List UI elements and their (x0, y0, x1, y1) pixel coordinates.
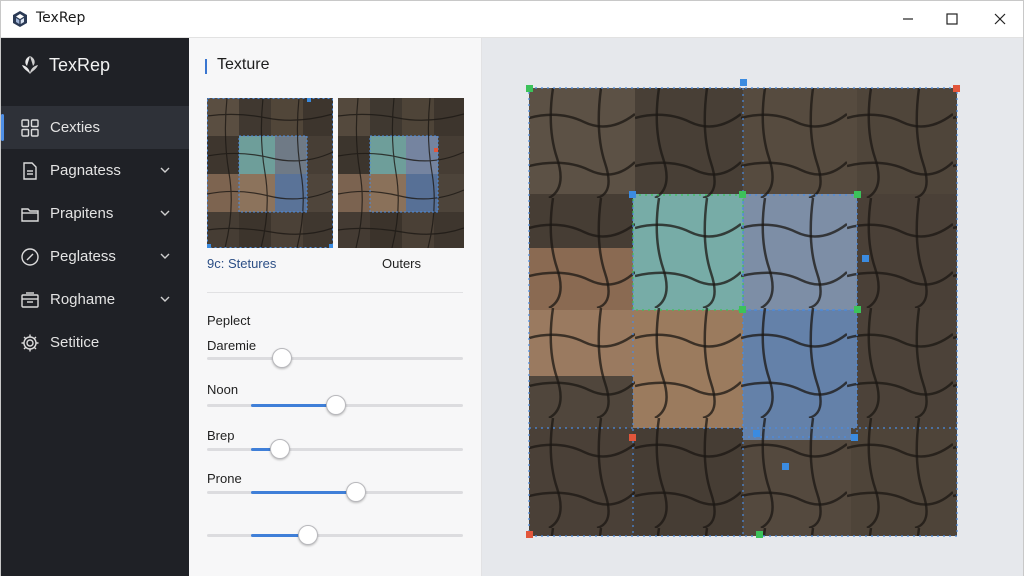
texture-canvas[interactable] (482, 38, 1023, 576)
slider-thumb[interactable] (346, 482, 366, 502)
slider-thumb[interactable] (326, 395, 346, 415)
chevron-down-icon (160, 210, 170, 216)
panel-divider (207, 292, 463, 293)
sidebar-item-pagnatess[interactable]: Pagnatess (1, 149, 189, 192)
app-window: TexRep TexRep Cexties Pagnatess Prapiten… (0, 0, 1024, 576)
slider-fill (251, 491, 355, 494)
window-title: TexRep (36, 10, 86, 26)
sidebar: TexRep Cexties Pagnatess Prapitens Pegla… (1, 38, 189, 576)
inbox-icon (21, 292, 39, 308)
texture-panel: Texture 9c: Stetures Outers Peplect Dare… (189, 38, 482, 576)
slider-prone[interactable] (207, 482, 463, 502)
slider-track (207, 448, 463, 451)
sidebar-item-setitice[interactable]: Setitice (1, 321, 189, 364)
sidebar-nav: Cexties Pagnatess Prapitens Peglatess Ro… (1, 106, 189, 364)
section-label: Peplect (207, 313, 251, 328)
thumbnail-label-source: 9c: Stetures (207, 256, 277, 271)
slider-brep[interactable] (207, 439, 463, 459)
leaf-logo-icon (22, 56, 38, 74)
sidebar-item-cexties[interactable]: Cexties (1, 106, 189, 149)
title-bar[interactable]: TexRep (1, 1, 1023, 38)
slider-fill (251, 404, 335, 407)
minimize-button[interactable] (885, 1, 931, 37)
sidebar-item-prapitens[interactable]: Prapitens (1, 192, 189, 235)
sidebar-item-label: Roghame (50, 291, 116, 308)
close-button[interactable] (977, 1, 1023, 37)
slider-noon[interactable] (207, 395, 463, 415)
folder-icon (21, 208, 39, 222)
brand: TexRep (19, 54, 110, 76)
grid-icon (21, 119, 39, 137)
close-icon (994, 13, 1006, 25)
texture-thumbnail-source[interactable] (207, 98, 333, 248)
app-logo-icon (13, 11, 27, 27)
slider-unlabeled[interactable] (207, 525, 463, 545)
slider-track (207, 357, 463, 360)
sidebar-item-label: Setitice (50, 334, 100, 351)
chevron-down-icon (160, 167, 170, 173)
sidebar-item-label: Pagnatess (50, 162, 121, 179)
slider-thumb[interactable] (298, 525, 318, 545)
compass-icon (21, 248, 39, 266)
sidebar-item-roghame[interactable]: Roghame (1, 278, 189, 321)
sidebar-item-label: Prapitens (50, 205, 114, 222)
panel-title: Texture (205, 56, 269, 74)
gear-icon (21, 334, 39, 352)
minimize-icon (903, 18, 913, 20)
sidebar-item-label: Peglatess (50, 248, 116, 265)
maximize-button[interactable] (929, 1, 975, 37)
document-icon (23, 162, 37, 180)
chevron-down-icon (160, 296, 170, 302)
sidebar-item-label: Cexties (50, 119, 101, 136)
slider-thumb[interactable] (272, 348, 292, 368)
texture-grid[interactable] (482, 38, 1023, 576)
sidebar-item-peglatess[interactable]: Peglatess (1, 235, 189, 278)
texture-thumbnail-output[interactable] (338, 98, 464, 248)
slider-thumb[interactable] (270, 439, 290, 459)
thumbnail-label-output: Outers (382, 256, 422, 271)
chevron-down-icon (160, 253, 170, 259)
slider-track (207, 534, 463, 537)
maximize-icon (946, 13, 958, 25)
slider-daremie[interactable] (207, 348, 463, 368)
brand-name: TexRep (49, 54, 111, 75)
